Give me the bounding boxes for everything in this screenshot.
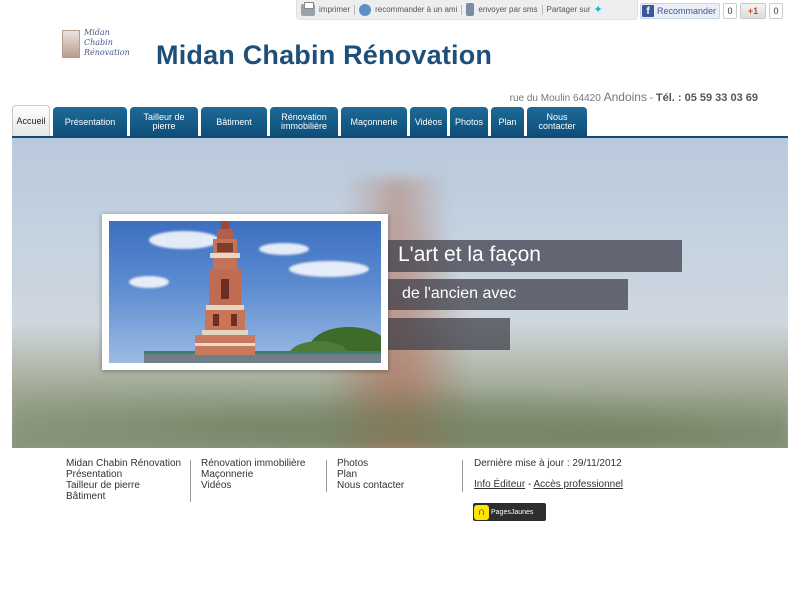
gplus-count: 0 bbox=[769, 3, 784, 19]
footer-divider bbox=[190, 460, 191, 502]
footer-link[interactable]: Tailleur de pierre bbox=[66, 480, 181, 491]
twitter-icon: ✦ bbox=[593, 3, 603, 16]
banner-caption-1: L'art et la façon bbox=[388, 240, 682, 272]
tab-renovation-immobiliere[interactable]: Rénovation immobilière bbox=[270, 107, 338, 137]
page: imprimer recommander à un ami envoyer pa… bbox=[0, 0, 800, 600]
recommend-link[interactable]: recommander à un ami bbox=[355, 0, 461, 20]
site-title[interactable]: Midan Chabin Rénovation bbox=[156, 40, 492, 71]
banner-caption-2: de l'ancien avec bbox=[388, 279, 628, 310]
recommend-icon bbox=[359, 3, 372, 16]
sms-label: envoyer par sms bbox=[478, 5, 538, 14]
footer-link[interactable]: Rénovation immobilière bbox=[201, 458, 306, 469]
footer-link[interactable]: Vidéos bbox=[201, 480, 306, 491]
tab-photos[interactable]: Photos bbox=[450, 107, 488, 137]
pagesjaunes-icon: ∩ bbox=[474, 504, 489, 520]
phone-icon bbox=[466, 3, 475, 16]
footer-link[interactable]: Nous contacter bbox=[337, 480, 404, 491]
footer-link[interactable]: Plan bbox=[337, 469, 404, 480]
footer-col-4: Dernière mise à jour : 29/11/2012 Info É… bbox=[474, 458, 623, 490]
facebook-label: Recommander bbox=[657, 6, 717, 16]
facebook-icon: f bbox=[642, 5, 654, 17]
main-nav: Accueil Présentation Tailleur de pierre … bbox=[12, 105, 590, 137]
tab-tailleur-de-pierre[interactable]: Tailleur de pierre bbox=[130, 107, 198, 137]
tab-accueil[interactable]: Accueil bbox=[12, 105, 50, 137]
print-label: imprimer bbox=[319, 5, 351, 14]
footer-link[interactable]: Bâtiment bbox=[66, 491, 181, 502]
share-label: Partager sur bbox=[546, 5, 591, 14]
tab-videos[interactable]: Vidéos bbox=[410, 107, 447, 137]
footer-link[interactable]: Maçonnerie bbox=[201, 469, 306, 480]
acces-professionnel-link[interactable]: Accès professionnel bbox=[534, 479, 624, 490]
footer-link-separator: - bbox=[527, 479, 532, 490]
tab-batiment[interactable]: Bâtiment bbox=[201, 107, 267, 137]
city: Andoins bbox=[603, 90, 647, 104]
pagesjaunes-badge[interactable]: ∩ PagesJaunes bbox=[473, 503, 546, 521]
site-logo[interactable]: Midan Chabin Rénovation bbox=[62, 28, 130, 64]
banner-caption-3 bbox=[388, 318, 510, 350]
tower-photo bbox=[109, 221, 381, 363]
logo-text: Midan Chabin Rénovation bbox=[84, 28, 130, 57]
footer-link[interactable]: Photos bbox=[337, 458, 404, 469]
street-address: rue du Moulin 64420 bbox=[509, 93, 601, 104]
contact-address: rue du Moulin 64420 Andoins - Tél. : 05 … bbox=[510, 90, 758, 104]
tab-presentation[interactable]: Présentation bbox=[53, 107, 127, 137]
gplus-button[interactable]: +1 bbox=[740, 3, 767, 19]
footer-col-2: Rénovation immobilière Maçonnerie Vidéos bbox=[201, 458, 306, 491]
footer-link[interactable]: Présentation bbox=[66, 469, 181, 480]
info-editeur-link[interactable]: Info Éditeur bbox=[474, 479, 525, 490]
last-update: Dernière mise à jour : 29/11/2012 bbox=[474, 458, 622, 469]
print-link[interactable]: imprimer bbox=[297, 0, 354, 20]
tab-maconnerie[interactable]: Maçonnerie bbox=[341, 107, 407, 137]
recommend-label: recommander à un ami bbox=[375, 5, 458, 14]
banner-background-trees bbox=[12, 368, 788, 448]
tab-nous-contacter[interactable]: Nous contacter bbox=[527, 107, 587, 137]
printer-icon bbox=[301, 1, 315, 16]
sms-link[interactable]: envoyer par sms bbox=[462, 0, 541, 20]
facebook-count: 0 bbox=[723, 3, 738, 19]
pagesjaunes-label: PagesJaunes bbox=[491, 508, 534, 516]
hero-banner: L'art et la façon de l'ancien avec bbox=[12, 138, 788, 448]
footer-link[interactable]: Midan Chabin Rénovation bbox=[66, 458, 181, 469]
facebook-recommend-button[interactable]: f Recommander bbox=[640, 3, 721, 19]
footer-col-3: Photos Plan Nous contacter bbox=[337, 458, 404, 491]
social-buttons: f Recommander 0 +1 0 bbox=[640, 3, 784, 19]
footer-divider bbox=[462, 460, 463, 492]
share-twitter[interactable]: Partager sur ✦ bbox=[543, 0, 610, 20]
utility-bar: imprimer recommander à un ami envoyer pa… bbox=[296, 0, 638, 20]
tab-plan[interactable]: Plan bbox=[491, 107, 524, 137]
logo-emblem bbox=[62, 30, 80, 58]
hero-photo-frame bbox=[102, 214, 388, 370]
tower-illustration bbox=[144, 221, 381, 363]
phone-number: Tél. : 05 59 33 03 69 bbox=[655, 92, 758, 104]
footer-col-1: Midan Chabin Rénovation Présentation Tai… bbox=[66, 458, 181, 502]
footer-divider bbox=[326, 460, 327, 492]
